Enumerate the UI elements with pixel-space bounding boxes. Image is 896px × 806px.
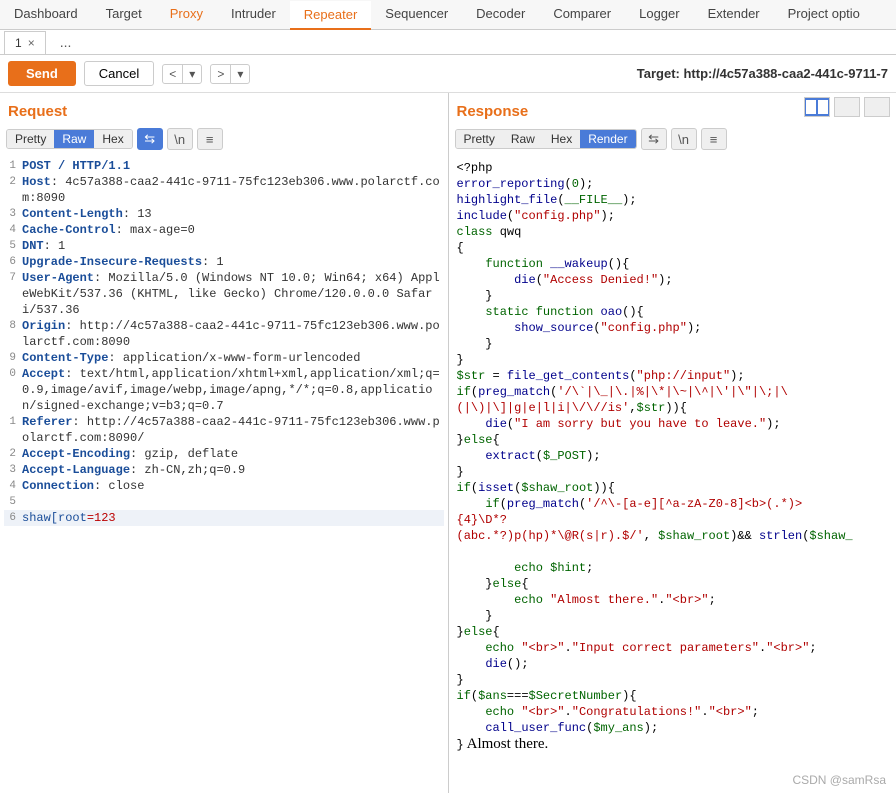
history-forward-group: > ▾ <box>210 64 250 84</box>
tab-sequencer[interactable]: Sequencer <box>371 0 462 29</box>
layout-rows-button[interactable] <box>834 97 860 117</box>
rendered-output: Almost there. <box>464 736 549 752</box>
history-back-group: < ▾ <box>162 64 202 84</box>
send-button[interactable]: Send <box>8 61 76 86</box>
response-viewer[interactable]: <?php error_reporting(0); highlight_file… <box>449 156 896 763</box>
tab-target[interactable]: Target <box>92 0 156 29</box>
tab-extender[interactable]: Extender <box>694 0 774 29</box>
wrap-icon[interactable]: ⇆ <box>137 128 163 150</box>
tab-intruder[interactable]: Intruder <box>217 0 290 29</box>
request-view-pretty[interactable]: Pretty <box>7 130 54 148</box>
repeater-tab-1-label: 1 <box>15 36 22 50</box>
forward-button[interactable]: > <box>211 65 231 83</box>
newline-icon[interactable]: \n <box>167 128 193 150</box>
response-view-pretty[interactable]: Pretty <box>456 130 503 148</box>
tab-dashboard[interactable]: Dashboard <box>0 0 92 29</box>
request-editor[interactable]: 1POST / HTTP/1.1 2Host: 4c57a388-caa2-44… <box>0 156 448 536</box>
response-view-hex[interactable]: Hex <box>543 130 580 148</box>
response-view-toolbar: Pretty Raw Hex Render ⇆ \n ≡ <box>449 126 896 156</box>
tab-repeater[interactable]: Repeater <box>290 1 371 30</box>
tab-logger[interactable]: Logger <box>625 0 693 29</box>
main-tab-bar: Dashboard Target Proxy Intruder Repeater… <box>0 0 896 30</box>
request-view-toolbar: Pretty Raw Hex ⇆ \n ≡ <box>0 126 448 156</box>
back-button[interactable]: < <box>163 65 183 83</box>
request-view-toggle: Pretty Raw Hex <box>6 129 133 149</box>
request-view-hex[interactable]: Hex <box>94 130 131 148</box>
layout-columns-button[interactable] <box>804 97 830 117</box>
repeater-sub-tabs: 1 × ... <box>0 30 896 55</box>
back-menu-button[interactable]: ▾ <box>183 65 201 83</box>
menu-icon[interactable]: ≡ <box>197 128 223 150</box>
target-label: Target: http://4c57a388-caa2-441c-9711-7 <box>637 66 888 81</box>
tab-proxy[interactable]: Proxy <box>156 0 217 29</box>
newline-icon[interactable]: \n <box>671 128 697 150</box>
cancel-button[interactable]: Cancel <box>84 61 154 86</box>
tab-comparer[interactable]: Comparer <box>539 0 625 29</box>
wrap-icon[interactable]: ⇆ <box>641 128 667 150</box>
layout-single-button[interactable] <box>864 97 890 117</box>
response-view-toggle: Pretty Raw Hex Render <box>455 129 637 149</box>
layout-switcher <box>804 97 890 117</box>
watermark: CSDN @samRsa <box>792 773 886 787</box>
response-pane: Response Pretty Raw Hex Render ⇆ \n ≡ <?… <box>449 93 896 793</box>
tab-decoder[interactable]: Decoder <box>462 0 539 29</box>
action-toolbar: Send Cancel < ▾ > ▾ Target: http://4c57a… <box>0 55 896 93</box>
request-pane: Request Pretty Raw Hex ⇆ \n ≡ 1POST / HT… <box>0 93 449 793</box>
request-view-raw[interactable]: Raw <box>54 130 94 148</box>
tab-project-options[interactable]: Project optio <box>774 0 874 29</box>
response-view-render[interactable]: Render <box>580 130 635 148</box>
close-icon[interactable]: × <box>28 36 35 50</box>
add-tab-button[interactable]: ... <box>50 30 82 54</box>
menu-icon[interactable]: ≡ <box>701 128 727 150</box>
repeater-tab-1[interactable]: 1 × <box>4 31 46 54</box>
response-view-raw[interactable]: Raw <box>503 130 543 148</box>
forward-menu-button[interactable]: ▾ <box>231 65 249 83</box>
request-title: Request <box>0 93 448 126</box>
